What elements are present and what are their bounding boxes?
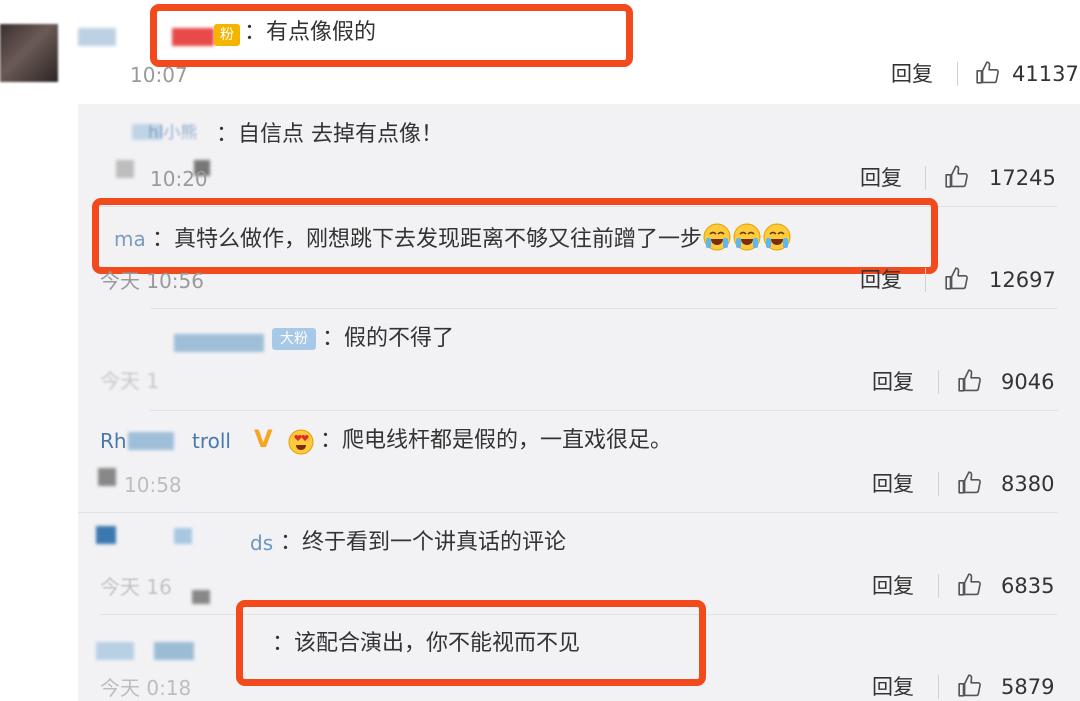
separator xyxy=(938,675,939,699)
reply-time: 10:20 xyxy=(150,167,208,191)
username-blurred[interactable] xyxy=(128,432,174,450)
like-count: 8380 xyxy=(1001,472,1055,496)
highlight-box xyxy=(236,600,706,686)
heart-eyes-emoji-icon xyxy=(288,429,314,455)
reply-time: 今天 1 xyxy=(100,369,160,393)
divider xyxy=(150,410,1058,411)
reply-button[interactable]: 回复 xyxy=(872,470,914,498)
thumbs-up-icon[interactable] xyxy=(957,368,983,394)
divider xyxy=(150,308,1058,309)
username-blurred[interactable] xyxy=(174,528,192,544)
reply-text: ：终于看到一个讲真话的评论 xyxy=(280,530,567,555)
like-count: 6835 xyxy=(1001,574,1055,598)
avatar-blurred[interactable] xyxy=(116,160,134,178)
like-count: 5879 xyxy=(1001,675,1055,699)
verified-badge: V xyxy=(254,425,273,453)
thumbs-up-icon[interactable] xyxy=(957,673,983,699)
highlight-box xyxy=(150,4,633,67)
like-count: 9046 xyxy=(1001,370,1055,394)
username-blurred[interactable] xyxy=(174,334,264,352)
reply-time: 今天 0:18 xyxy=(100,676,192,700)
separator xyxy=(925,166,926,190)
thumbs-up-icon[interactable] xyxy=(944,266,970,292)
separator xyxy=(938,370,939,394)
comment-time: 10:07 xyxy=(130,63,188,87)
username-fragment[interactable]: ds xyxy=(250,528,273,558)
thumbs-up-icon[interactable] xyxy=(957,470,983,496)
separator xyxy=(938,472,939,496)
username-blurred[interactable] xyxy=(96,526,116,544)
divider xyxy=(78,512,1058,513)
reply-button[interactable]: 回复 xyxy=(872,572,914,600)
avatar-blurred[interactable] xyxy=(98,468,116,486)
username-fragment[interactable]: troll xyxy=(192,426,231,456)
reply-text: ：自信点 去掉有点像！ xyxy=(216,122,443,147)
like-count: 12697 xyxy=(989,268,1056,292)
reply-time: 今天 10:56 xyxy=(100,269,204,293)
reply-button[interactable]: 回复 xyxy=(860,164,902,192)
separator xyxy=(925,268,926,292)
separator xyxy=(938,574,939,598)
username-blurred[interactable] xyxy=(154,642,194,660)
reply-button[interactable]: 回复 xyxy=(891,60,933,88)
like-count: 41137 xyxy=(1012,62,1079,86)
reply-button[interactable]: 回复 xyxy=(872,673,914,701)
username-fragment[interactable]: Rh xyxy=(100,426,127,456)
reply-button[interactable]: 回复 xyxy=(872,368,914,396)
thumbs-up-icon[interactable] xyxy=(944,164,970,190)
fan-badge: 大粉 xyxy=(272,328,316,350)
highlight-box xyxy=(92,198,938,274)
avatar[interactable] xyxy=(0,24,58,82)
thumbs-up-icon[interactable] xyxy=(957,572,983,598)
separator xyxy=(957,62,958,86)
reply-time: 今天 16 xyxy=(100,575,172,599)
username-blurred[interactable] xyxy=(96,642,134,660)
reply-time: 10:58 xyxy=(124,473,182,497)
username-blurred[interactable] xyxy=(78,28,116,46)
reply-button[interactable]: 回复 xyxy=(860,266,902,294)
reply-text: ：爬电线杆都是假的，一直戏很足。 xyxy=(320,428,673,453)
avatar-blurred[interactable] xyxy=(192,590,210,604)
thumbs-up-icon[interactable] xyxy=(975,60,1001,86)
username-fragment[interactable]: hl小熊 xyxy=(148,118,198,148)
like-count: 17245 xyxy=(989,166,1056,190)
reply-text: ：假的不得了 xyxy=(322,326,455,351)
